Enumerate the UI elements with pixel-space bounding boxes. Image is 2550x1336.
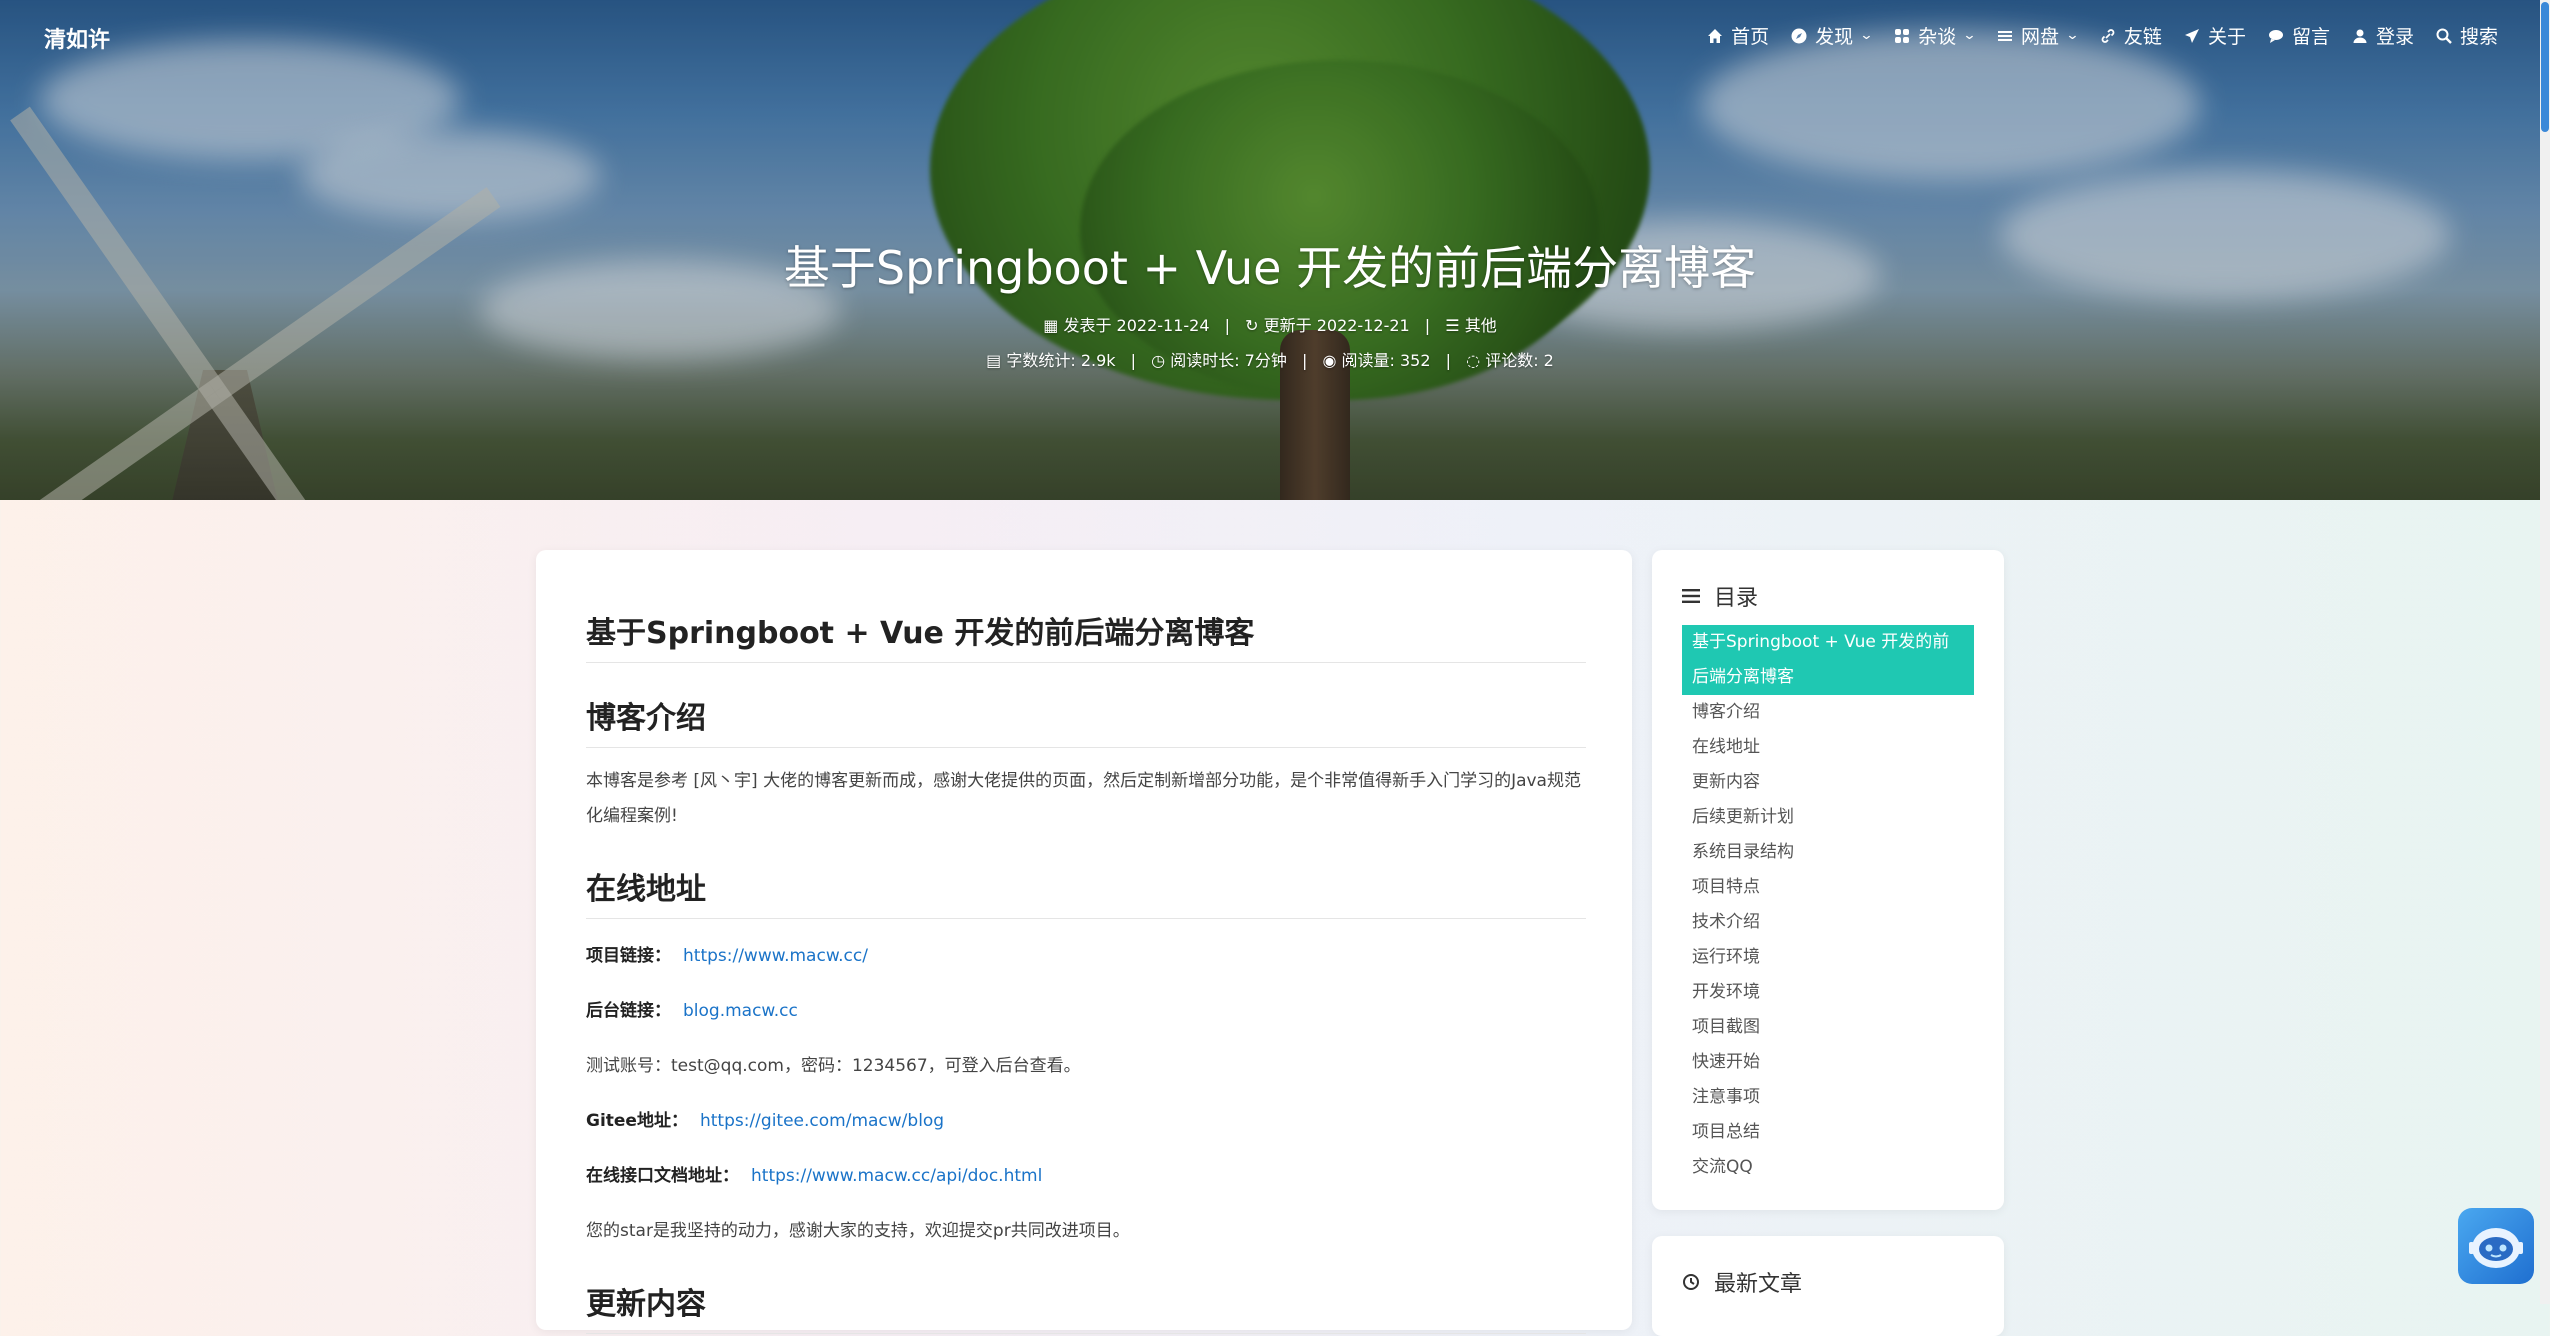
heading-online: 在线地址 [586, 864, 1586, 919]
heading-intro: 博客介绍 [586, 693, 1586, 748]
scrollbar-thumb[interactable] [2541, 2, 2549, 132]
toc-item[interactable]: 注意事项 [1682, 1080, 1974, 1115]
page-scrollbar[interactable] [2540, 0, 2550, 1304]
toc-card: 目录 基于Springboot + Vue 开发的前后端分离博客 博客介绍 在线… [1652, 550, 2004, 1210]
nav-label: 登录 [2375, 26, 2414, 48]
chevron-down-icon: ⌄ [1859, 28, 1874, 43]
admin-link-label: 后台链接： [586, 1001, 671, 1021]
heading-update: 更新内容 [586, 1279, 1586, 1334]
updated-date: 更新于 2022-12-21 [1263, 316, 1410, 335]
word-count: 字数统计: 2.9k [1006, 351, 1116, 370]
toc-item[interactable]: 后续更新计划 [1682, 800, 1974, 835]
document-icon: ▤ [986, 351, 1002, 370]
recent-posts-card: 最新文章 [1652, 1236, 2004, 1336]
admin-link-row: 后台链接： blog.macw.cc [586, 994, 1586, 1029]
comment-count: 评论数: 2 [1485, 351, 1554, 370]
toc-item[interactable]: 项目截图 [1682, 1010, 1974, 1045]
nav-talk[interactable]: 杂谈 ⌄ [1894, 22, 1977, 49]
intro-text: 本博客是参考 [风丶宇] 大佬的博客更新而成，感谢大佬提供的页面，然后定制新增部… [586, 771, 1581, 826]
home-icon [1708, 28, 1723, 43]
calendar-icon: ▦ [1043, 316, 1059, 335]
nav-label: 搜索 [2459, 26, 2498, 48]
eye-icon: ◉ [1322, 351, 1337, 370]
gitee-link[interactable]: https://gitee.com/macw/blog [700, 1111, 944, 1131]
toc-item[interactable]: 项目总结 [1682, 1115, 1974, 1150]
nav-friends[interactable]: 友链 [2100, 22, 2162, 49]
nav-search[interactable]: 搜索 [2436, 22, 2498, 49]
search-icon [2436, 28, 2452, 44]
toc-item[interactable]: 项目特点 [1682, 870, 1974, 905]
list-icon [1998, 30, 2012, 41]
compass-icon [1791, 28, 1807, 43]
toc-item[interactable]: 系统目录结构 [1682, 835, 1974, 870]
nav-login[interactable]: 登录 [2352, 22, 2414, 49]
toc-item[interactable]: 在线地址 [1682, 730, 1974, 765]
toc-item[interactable]: 基于Springboot + Vue 开发的前后端分离博客 [1682, 625, 1974, 695]
toc-title: 目录 [1714, 586, 1759, 611]
article-card: 基于Springboot + Vue 开发的前后端分离博客 博客介绍 本博客是参… [536, 550, 1632, 1334]
project-link-label: 项目链接： [586, 946, 671, 966]
toc-item[interactable]: 快速开始 [1682, 1045, 1974, 1080]
list-icon [1682, 589, 1700, 603]
post-meta-dates: ▦ 发表于 2022-11-24 | ↻ 更新于 2022-12-21 | ☰ … [1043, 316, 1497, 335]
top-nav: 首页 发现 ⌄ 杂谈 ⌄ 网盘 ⌄ 友链 关于 留言 登录 搜索 [1707, 22, 2498, 49]
nav-label: 首页 [1731, 26, 1770, 48]
nav-message[interactable]: 留言 [2268, 22, 2330, 49]
gitee-label: Gitee地址： [586, 1111, 688, 1131]
toc-item[interactable]: 开发环境 [1682, 975, 1974, 1010]
chevron-down-icon: ⌄ [1962, 28, 1977, 43]
user-icon [2353, 29, 2367, 43]
history-icon: ↻ [1245, 316, 1259, 335]
chevron-down-icon: ⌄ [2065, 28, 2080, 43]
article-h1: 基于Springboot + Vue 开发的前后端分离博客 [586, 590, 1586, 663]
link-icon [2101, 28, 2115, 43]
recent-header: 最新文章 [1682, 1266, 1802, 1298]
gitee-row: Gitee地址： https://gitee.com/macw/blog [586, 1104, 1586, 1139]
nav-discover[interactable]: 发现 ⌄ [1791, 22, 1874, 49]
read-time: 阅读时长: 7分钟 [1170, 351, 1287, 370]
api-doc-row: 在线接口文档地址： https://www.macw.cc/api/doc.htm… [586, 1159, 1586, 1194]
toc-item[interactable]: 更新内容 [1682, 765, 1974, 800]
grid-icon [1895, 28, 1910, 43]
post-title: 基于Springboot + Vue 开发的前后端分离博客 [783, 241, 1757, 295]
api-doc-label: 在线接口文档地址： [586, 1166, 739, 1186]
post-meta-stats: ▤ 字数统计: 2.9k | ◷ 阅读时长: 7分钟 | ◉ 阅读量: 352 … [986, 351, 1554, 370]
published-date: 发表于 2022-11-24 [1063, 316, 1210, 335]
nav-home[interactable]: 首页 [1707, 22, 1769, 49]
test-account: 测试账号：test@qq.com，密码：1234567，可登入后台查看。 [586, 1056, 1081, 1076]
nav-label: 网盘 [2021, 26, 2060, 48]
post-category[interactable]: 其他 [1465, 316, 1497, 335]
project-link[interactable]: https://www.macw.cc/ [683, 946, 868, 966]
comment-icon: ◌ [1466, 351, 1481, 370]
site-brand[interactable]: 清如许 [44, 22, 110, 54]
send-icon [2184, 28, 2199, 43]
history-icon [1683, 1274, 1699, 1290]
toc-list: 基于Springboot + Vue 开发的前后端分离博客 博客介绍 在线地址 … [1682, 625, 1974, 1185]
nav-label: 杂谈 [1918, 26, 1957, 48]
admin-link[interactable]: blog.macw.cc [683, 1001, 798, 1021]
toc-item[interactable]: 技术介绍 [1682, 905, 1974, 940]
toc-item[interactable]: 运行环境 [1682, 940, 1974, 975]
list-icon: ☰ [1445, 316, 1460, 335]
nav-label: 友链 [2123, 26, 2162, 48]
nav-label: 关于 [2207, 26, 2246, 48]
article-body: 基于Springboot + Vue 开发的前后端分离博客 博客介绍 本博客是参… [586, 590, 1586, 1334]
view-count: 阅读量: 352 [1341, 351, 1431, 370]
thanks-text: 您的star是我坚持的动力，感谢大家的支持，欢迎提交pr共同改进项目。 [586, 1221, 1130, 1241]
api-doc-link[interactable]: https://www.macw.cc/api/doc.html [751, 1166, 1042, 1186]
toc-item[interactable]: 交流QQ [1682, 1150, 1974, 1185]
nav-drive[interactable]: 网盘 ⌄ [1997, 22, 2080, 49]
clock-icon: ◷ [1151, 351, 1166, 370]
chat-robot-button[interactable] [2458, 1208, 2534, 1284]
toc-item[interactable]: 博客介绍 [1682, 695, 1974, 730]
nav-about[interactable]: 关于 [2184, 22, 2246, 49]
toc-header: 目录 [1682, 580, 1758, 612]
comment-icon [2268, 29, 2283, 43]
nav-label: 留言 [2291, 26, 2330, 48]
nav-label: 发现 [1815, 26, 1854, 48]
robot-icon [2469, 1228, 2523, 1268]
recent-title: 最新文章 [1714, 1272, 1803, 1297]
project-link-row: 项目链接： https://www.macw.cc/ [586, 939, 1586, 974]
